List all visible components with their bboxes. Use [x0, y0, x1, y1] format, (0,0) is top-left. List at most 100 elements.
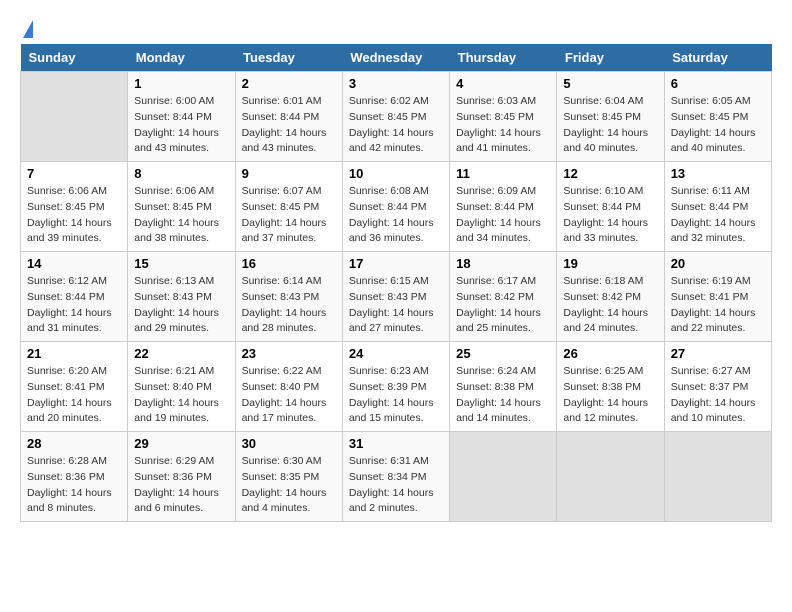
day-info: Sunrise: 6:22 AMSunset: 8:40 PMDaylight:…	[242, 364, 336, 427]
day-number: 7	[27, 166, 121, 181]
day-info: Sunrise: 6:24 AMSunset: 8:38 PMDaylight:…	[456, 364, 550, 427]
calendar-cell: 22Sunrise: 6:21 AMSunset: 8:40 PMDayligh…	[128, 342, 235, 432]
calendar-cell: 24 Sunrise: 6:23 AMSunset: 8:39 PMDayligh…	[342, 342, 449, 432]
day-number: 24	[349, 346, 443, 361]
day-info: Sunrise: 6:27 AMSunset: 8:37 PMDaylight:…	[671, 364, 765, 427]
calendar-cell: 18Sunrise: 6:17 AMSunset: 8:42 PMDayligh…	[450, 252, 557, 342]
logo	[20, 20, 33, 34]
calendar-cell	[450, 432, 557, 522]
calendar-cell: 13Sunrise: 6:11 AMSunset: 8:44 PMDayligh…	[664, 162, 771, 252]
day-number: 11	[456, 166, 550, 181]
day-number: 6	[671, 76, 765, 91]
day-number: 14	[27, 256, 121, 271]
day-info: Sunrise: 6:10 AMSunset: 8:44 PMDaylight:…	[563, 184, 657, 247]
day-info: Sunrise: 6:04 AMSunset: 8:45 PMDaylight:…	[563, 94, 657, 157]
day-number: 20	[671, 256, 765, 271]
day-info: Sunrise: 6:18 AMSunset: 8:42 PMDaylight:…	[563, 274, 657, 337]
calendar-week-1: 1 Sunrise: 6:00 AMSunset: 8:44 PMDaylight…	[21, 72, 772, 162]
day-info: Sunrise: 6:09 AMSunset: 8:44 PMDaylight:…	[456, 184, 550, 247]
calendar-cell	[664, 432, 771, 522]
calendar-cell: 3 Sunrise: 6:02 AMSunset: 8:45 PMDaylight…	[342, 72, 449, 162]
calendar-week-4: 21Sunrise: 6:20 AMSunset: 8:41 PMDayligh…	[21, 342, 772, 432]
header-cell-saturday: Saturday	[664, 44, 771, 72]
day-number: 16	[242, 256, 336, 271]
day-number: 22	[134, 346, 228, 361]
day-info: Sunrise: 6:12 AMSunset: 8:44 PMDaylight:…	[27, 274, 121, 337]
header-row: SundayMondayTuesdayWednesdayThursdayFrid…	[21, 44, 772, 72]
calendar-header: SundayMondayTuesdayWednesdayThursdayFrid…	[21, 44, 772, 72]
calendar-cell	[557, 432, 664, 522]
calendar-cell: 5Sunrise: 6:04 AMSunset: 8:45 PMDaylight…	[557, 72, 664, 162]
day-number: 23	[242, 346, 336, 361]
calendar-cell: 31 Sunrise: 6:31 AMSunset: 8:34 PMDayligh…	[342, 432, 449, 522]
day-number: 1	[134, 76, 228, 91]
day-number: 12	[563, 166, 657, 181]
calendar-cell: 27 Sunrise: 6:27 AMSunset: 8:37 PMDayligh…	[664, 342, 771, 432]
day-info: Sunrise: 6:31 AMSunset: 8:34 PMDaylight:…	[349, 454, 443, 517]
calendar-week-2: 7 Sunrise: 6:06 AMSunset: 8:45 PMDaylight…	[21, 162, 772, 252]
day-info: Sunrise: 6:02 AMSunset: 8:45 PMDaylight:…	[349, 94, 443, 157]
calendar-cell: 2 Sunrise: 6:01 AMSunset: 8:44 PMDaylight…	[235, 72, 342, 162]
calendar-cell: 25 Sunrise: 6:24 AMSunset: 8:38 PMDayligh…	[450, 342, 557, 432]
day-number: 27	[671, 346, 765, 361]
calendar-cell: 16 Sunrise: 6:14 AMSunset: 8:43 PMDayligh…	[235, 252, 342, 342]
calendar-table: SundayMondayTuesdayWednesdayThursdayFrid…	[20, 44, 772, 522]
day-info: Sunrise: 6:14 AMSunset: 8:43 PMDaylight:…	[242, 274, 336, 337]
day-number: 15	[134, 256, 228, 271]
day-info: Sunrise: 6:06 AMSunset: 8:45 PMDaylight:…	[27, 184, 121, 247]
day-number: 17	[349, 256, 443, 271]
day-number: 30	[242, 436, 336, 451]
calendar-cell: 15 Sunrise: 6:13 AMSunset: 8:43 PMDayligh…	[128, 252, 235, 342]
day-info: Sunrise: 6:06 AMSunset: 8:45 PMDaylight:…	[134, 184, 228, 247]
day-number: 18	[456, 256, 550, 271]
calendar-cell: 9 Sunrise: 6:07 AMSunset: 8:45 PMDaylight…	[235, 162, 342, 252]
logo-triangle-icon	[23, 20, 33, 38]
day-info: Sunrise: 6:30 AMSunset: 8:35 PMDaylight:…	[242, 454, 336, 517]
day-number: 19	[563, 256, 657, 271]
calendar-cell: 10 Sunrise: 6:08 AMSunset: 8:44 PMDayligh…	[342, 162, 449, 252]
day-info: Sunrise: 6:07 AMSunset: 8:45 PMDaylight:…	[242, 184, 336, 247]
day-info: Sunrise: 6:25 AMSunset: 8:38 PMDaylight:…	[563, 364, 657, 427]
day-info: Sunrise: 6:13 AMSunset: 8:43 PMDaylight:…	[134, 274, 228, 337]
calendar-cell: 11 Sunrise: 6:09 AMSunset: 8:44 PMDayligh…	[450, 162, 557, 252]
calendar-cell: 8 Sunrise: 6:06 AMSunset: 8:45 PMDaylight…	[128, 162, 235, 252]
day-info: Sunrise: 6:19 AMSunset: 8:41 PMDaylight:…	[671, 274, 765, 337]
day-info: Sunrise: 6:03 AMSunset: 8:45 PMDaylight:…	[456, 94, 550, 157]
day-info: Sunrise: 6:00 AMSunset: 8:44 PMDaylight:…	[134, 94, 228, 157]
day-info: Sunrise: 6:05 AMSunset: 8:45 PMDaylight:…	[671, 94, 765, 157]
day-info: Sunrise: 6:23 AMSunset: 8:39 PMDaylight:…	[349, 364, 443, 427]
calendar-cell: 1 Sunrise: 6:00 AMSunset: 8:44 PMDaylight…	[128, 72, 235, 162]
day-number: 2	[242, 76, 336, 91]
header-cell-monday: Monday	[128, 44, 235, 72]
day-number: 31	[349, 436, 443, 451]
header-cell-thursday: Thursday	[450, 44, 557, 72]
day-number: 10	[349, 166, 443, 181]
day-info: Sunrise: 6:28 AMSunset: 8:36 PMDaylight:…	[27, 454, 121, 517]
day-number: 28	[27, 436, 121, 451]
calendar-cell: 28 Sunrise: 6:28 AMSunset: 8:36 PMDayligh…	[21, 432, 128, 522]
header-cell-wednesday: Wednesday	[342, 44, 449, 72]
calendar-week-5: 28 Sunrise: 6:28 AMSunset: 8:36 PMDayligh…	[21, 432, 772, 522]
day-info: Sunrise: 6:08 AMSunset: 8:44 PMDaylight:…	[349, 184, 443, 247]
header-cell-friday: Friday	[557, 44, 664, 72]
day-number: 29	[134, 436, 228, 451]
calendar-body: 1 Sunrise: 6:00 AMSunset: 8:44 PMDaylight…	[21, 72, 772, 522]
calendar-cell: 19 Sunrise: 6:18 AMSunset: 8:42 PMDayligh…	[557, 252, 664, 342]
calendar-cell: 26Sunrise: 6:25 AMSunset: 8:38 PMDayligh…	[557, 342, 664, 432]
day-info: Sunrise: 6:11 AMSunset: 8:44 PMDaylight:…	[671, 184, 765, 247]
header-cell-tuesday: Tuesday	[235, 44, 342, 72]
day-info: Sunrise: 6:15 AMSunset: 8:43 PMDaylight:…	[349, 274, 443, 337]
calendar-cell: 17 Sunrise: 6:15 AMSunset: 8:43 PMDayligh…	[342, 252, 449, 342]
day-number: 25	[456, 346, 550, 361]
calendar-cell: 4Sunrise: 6:03 AMSunset: 8:45 PMDaylight…	[450, 72, 557, 162]
day-info: Sunrise: 6:29 AMSunset: 8:36 PMDaylight:…	[134, 454, 228, 517]
calendar-cell: 12 Sunrise: 6:10 AMSunset: 8:44 PMDayligh…	[557, 162, 664, 252]
day-info: Sunrise: 6:01 AMSunset: 8:44 PMDaylight:…	[242, 94, 336, 157]
day-number: 3	[349, 76, 443, 91]
page-header	[20, 20, 772, 34]
calendar-cell: 6 Sunrise: 6:05 AMSunset: 8:45 PMDaylight…	[664, 72, 771, 162]
calendar-cell: 14 Sunrise: 6:12 AMSunset: 8:44 PMDayligh…	[21, 252, 128, 342]
day-number: 8	[134, 166, 228, 181]
calendar-cell: 23 Sunrise: 6:22 AMSunset: 8:40 PMDayligh…	[235, 342, 342, 432]
day-number: 9	[242, 166, 336, 181]
